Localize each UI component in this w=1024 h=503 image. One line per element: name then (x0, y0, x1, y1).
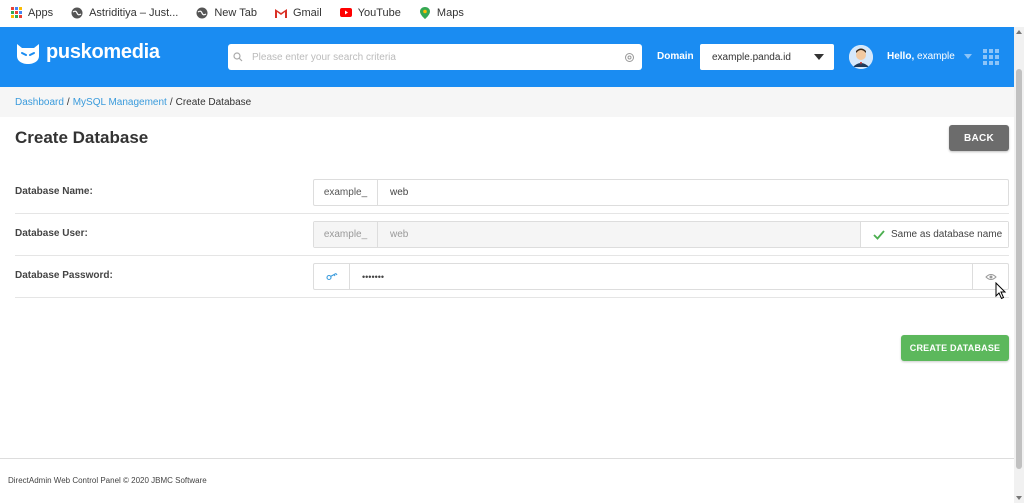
back-button[interactable]: BACK (949, 125, 1009, 151)
checkmark-icon (873, 229, 885, 240)
breadcrumb-current: Create Database (175, 96, 252, 108)
database-name-input[interactable]: web (378, 180, 1008, 205)
database-password-field: ••••••• (313, 263, 1009, 290)
bookmarks-bar: Apps Astriditiya – Just... New Tab Gmail… (0, 0, 1024, 25)
hello-user: example (917, 51, 955, 62)
puskomedia-logo[interactable]: puskomedia (16, 41, 160, 64)
search-box[interactable] (228, 44, 642, 70)
logo-text: puskomedia (46, 41, 160, 63)
chevron-down-icon (963, 53, 972, 59)
create-database-button[interactable]: CREATE DATABASE (901, 335, 1009, 361)
page-footer: DirectAdmin Web Control Panel © 2020 JBM… (0, 458, 1014, 503)
breadcrumb-separator: / (169, 96, 173, 108)
globe-icon (71, 7, 83, 19)
database-name-label: Database Name: (15, 186, 93, 197)
globe-icon (196, 7, 208, 19)
breadcrumb-separator: / (66, 96, 70, 108)
user-menu[interactable]: Hello, example (887, 51, 972, 62)
bookmark-maps[interactable]: Maps (419, 6, 464, 19)
search-icon (228, 52, 248, 62)
page-title: Create Database (15, 128, 149, 147)
scroll-thumb[interactable] (1016, 69, 1022, 469)
database-user-input[interactable]: web (378, 222, 860, 247)
footer-text: DirectAdmin Web Control Panel © 2020 JBM… (8, 476, 207, 485)
bookmark-label: Maps (436, 6, 464, 19)
cat-logo-icon (17, 43, 39, 64)
database-name-row: Database Name: example_ web (15, 172, 1009, 214)
database-user-row: Database User: example_ web Same as data… (15, 214, 1009, 256)
app-grid-icon[interactable] (983, 49, 999, 65)
caret-down-icon (814, 54, 824, 60)
breadcrumb-mysql-management[interactable]: MySQL Management (73, 97, 167, 108)
eye-icon (984, 273, 997, 280)
bookmark-new-tab[interactable]: New Tab (196, 7, 257, 19)
generate-password-button[interactable] (314, 264, 350, 289)
database-password-input[interactable]: ••••••• (350, 264, 972, 289)
bookmark-label: Gmail (292, 6, 322, 19)
domain-value: example.panda.id (712, 51, 791, 63)
bookmark-apps[interactable]: Apps (10, 7, 53, 19)
scroll-down-icon[interactable] (1016, 496, 1022, 500)
database-name-field: example_ web (313, 179, 1009, 206)
bookmark-youtube[interactable]: YouTube (339, 6, 401, 19)
bookmark-label: Apps (28, 6, 54, 19)
scroll-up-icon[interactable] (1016, 30, 1022, 34)
search-settings-icon[interactable] (616, 52, 642, 63)
page-scrollbar[interactable] (1014, 27, 1024, 503)
database-user-field: example_ web Same as database name (313, 221, 1009, 248)
breadcrumb-dashboard[interactable]: Dashboard (15, 97, 64, 108)
database-name-prefix: example_ (314, 180, 378, 205)
maps-pin-icon (419, 6, 431, 19)
same-as-database-name-checkbox[interactable]: Same as database name (860, 222, 1008, 247)
bookmark-label: Astriditiya – Just... (89, 6, 179, 19)
bookmark-astriditiya[interactable]: Astriditiya – Just... (71, 7, 178, 19)
avatar[interactable] (849, 45, 873, 69)
mouse-cursor-icon (995, 282, 1007, 300)
database-user-label: Database User: (15, 228, 88, 239)
hello-prefix: Hello, (887, 51, 915, 62)
apps-grid-icon (10, 7, 22, 19)
bookmark-label: YouTube (357, 6, 401, 19)
same-as-label: Same as database name (891, 229, 1003, 240)
bookmark-label: New Tab (214, 6, 257, 19)
search-input[interactable] (248, 51, 616, 63)
key-icon (325, 273, 337, 281)
top-header: puskomedia Domain example.panda.id Hello… (0, 27, 1014, 87)
database-user-prefix: example_ (314, 222, 378, 247)
database-password-label: Database Password: (15, 270, 113, 281)
gmail-icon (274, 7, 287, 19)
youtube-icon (339, 7, 352, 19)
breadcrumb: Dashboard / MySQL Management / Create Da… (0, 87, 1014, 117)
bookmark-gmail[interactable]: Gmail (274, 6, 322, 19)
domain-label: Domain (657, 51, 694, 62)
domain-select[interactable]: example.panda.id (700, 44, 834, 70)
database-password-row: Database Password: ••••••• (15, 256, 1009, 298)
